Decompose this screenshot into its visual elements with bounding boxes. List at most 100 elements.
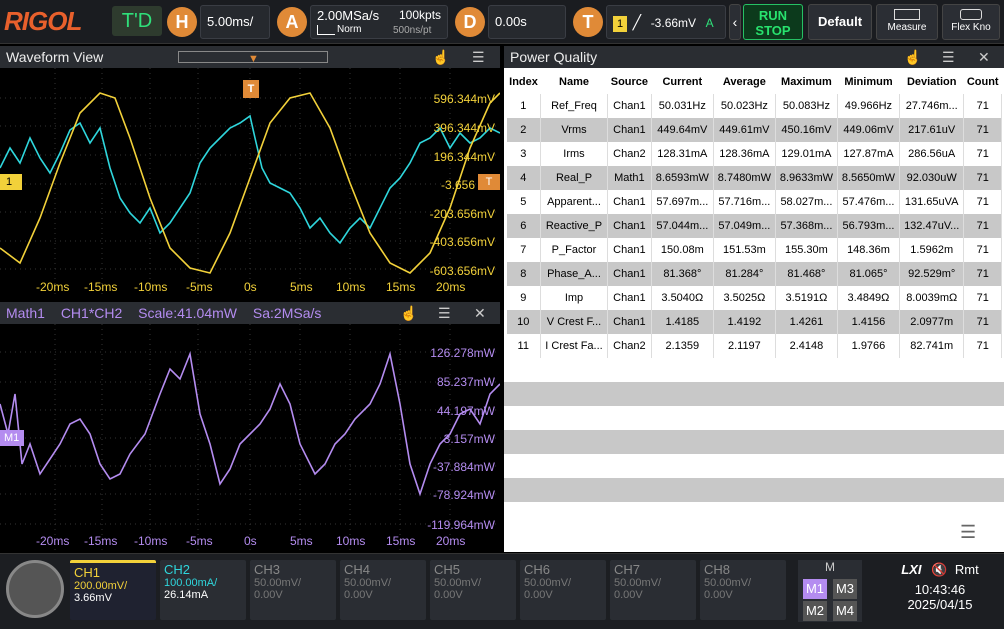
table-row[interactable]: 2 Vrms Chan1 449.64mV 449.61mV 450.16mV 449.06… [506, 117, 1002, 142]
column-header[interactable]: Index [505, 70, 542, 94]
math-ytick: 126.278mW [430, 346, 495, 360]
close-icon[interactable]: ✕ [978, 46, 990, 68]
timebase-field[interactable]: 5.00ms/ [200, 5, 270, 39]
speaker-mute-icon[interactable]: 🔇 [931, 562, 947, 577]
delay-field[interactable]: 0.00s [488, 5, 566, 39]
time-xtick: 5ms [290, 534, 313, 548]
ch1-ytick: -3.656 [440, 178, 475, 192]
horizontal-icon[interactable]: H [167, 7, 197, 37]
clock-time: 10:43:46 [914, 582, 966, 597]
table-row[interactable]: 11 I Crest Fa... Chan2 2.1359 2.1197 2.4148 1.… [506, 333, 1002, 358]
channel-ch8-button[interactable]: CH8 50.00mV/0.00V [700, 560, 786, 620]
table-row[interactable]: 9 Imp Chan1 3.5040Ω 3.5025Ω 3.5191Ω 3.4849Ω 8.0… [506, 285, 1002, 310]
table-cell: 71 [963, 141, 1002, 166]
table-cell: 58.027m... [775, 189, 838, 214]
table-cell: 1.4261 [775, 309, 838, 334]
acquire-icon[interactable]: A [277, 7, 307, 37]
math-offset-marker[interactable]: M1 [0, 430, 24, 446]
table-cell: 450.16mV [775, 117, 838, 142]
table-cell: 92.529m° [899, 261, 965, 286]
column-header[interactable]: Count [963, 70, 1002, 94]
table-cell: 127.87mA [837, 141, 901, 166]
table-row[interactable]: 1 Ref_Freq Chan1 50.031Hz 50.023Hz 50.083Hz 49… [506, 93, 1002, 118]
time-xtick: -5ms [186, 534, 213, 548]
table-cell: 131.65uVA [899, 189, 965, 214]
menu-icon[interactable]: ☰ [472, 46, 485, 68]
home-gear-icon[interactable] [6, 560, 64, 618]
run-stop-button[interactable]: RUN STOP [743, 4, 803, 40]
trigger-field[interactable]: 1 ╱ -3.66mV A [606, 5, 726, 39]
channel-scale: 50.00mV/ [344, 577, 392, 589]
m2-button[interactable]: M2 [803, 601, 827, 621]
channel-scale: 50.00mV/ [434, 577, 482, 589]
column-header[interactable]: Maximum [774, 70, 838, 94]
column-header[interactable]: Deviation [898, 70, 965, 94]
trigger-level: -3.66mV [650, 16, 697, 30]
touch-icon[interactable]: ☝ [904, 46, 921, 68]
measure-button[interactable]: Measure [876, 4, 938, 40]
default-button[interactable]: Default [808, 4, 872, 40]
channel-ch2-button[interactable]: CH2 100.00mA/26.14mA [160, 560, 246, 620]
trigger-level-marker[interactable]: T [478, 174, 500, 190]
channel-ch6-button[interactable]: CH6 50.00mV/0.00V [520, 560, 606, 620]
table-row[interactable]: 8 Phase_A... Chan1 81.368° 81.284° 81.468° 81.… [506, 261, 1002, 286]
acquire-field[interactable]: 2.00MSa/s Norm 100kpts 500ns/pt [310, 5, 448, 39]
knob-icon [960, 9, 982, 20]
table-row[interactable]: 5 Apparent... Chan1 57.697m... 57.716m... 58.… [506, 189, 1002, 214]
chevron-left-icon[interactable]: ‹ [729, 4, 741, 40]
math-name: Math1 [6, 305, 45, 321]
column-header[interactable]: Name [540, 70, 608, 94]
table-cell: 50.083Hz [775, 93, 838, 118]
table-cell: 56.793m... [837, 213, 901, 238]
m3-button[interactable]: M3 [833, 579, 857, 599]
time-xtick: 20ms [436, 280, 466, 294]
table-row[interactable]: 4 Real_P Math1 8.6593mW 8.7480mW 8.9633mW 8.56… [506, 165, 1002, 190]
column-header[interactable]: Source [606, 70, 652, 94]
column-header[interactable]: Average [712, 70, 776, 94]
channel-ch5-button[interactable]: CH5 50.00mV/0.00V [430, 560, 516, 620]
channel-ch3-button[interactable]: CH3 50.00mV/0.00V [250, 560, 336, 620]
table-cell: 8.7480mW [713, 165, 776, 190]
math-ytick: -78.924mW [432, 488, 495, 502]
time-xtick: -10ms [134, 534, 168, 548]
table-header: Index Name Source Current Average Maximum Mini… [505, 70, 1002, 94]
channel-ch7-button[interactable]: CH7 50.00mV/0.00V [610, 560, 696, 620]
delay-icon[interactable]: D [455, 7, 485, 37]
table-cell: 81.468° [775, 261, 838, 286]
m4-button[interactable]: M4 [833, 601, 857, 621]
power-quality-panel: Power Quality ☝ ☰ ✕ Index Name Source Curre… [504, 46, 1004, 552]
table-row[interactable]: 7 P_Factor Chan1 150.08m 151.53m 155.30m 148.3… [506, 237, 1002, 262]
ch1-offset-marker[interactable]: 1 [0, 174, 22, 190]
waveform-area[interactable]: T 1 T 596.344mV 396.344mV 196.344mV -3.6… [0, 68, 500, 298]
menu-icon[interactable]: ☰ [438, 302, 451, 324]
table-cell: 50.023Hz [713, 93, 776, 118]
flex-knob-button[interactable]: Flex Kno [942, 4, 1000, 40]
table-cell: Imp [540, 285, 608, 310]
channel-ch4-button[interactable]: CH4 50.00mV/0.00V [340, 560, 426, 620]
table-cell: 217.61uV [899, 117, 965, 142]
trigger-mode: A [705, 16, 714, 30]
m1-button[interactable]: M1 [803, 579, 827, 599]
table-row[interactable]: 10 V Crest F... Chan1 1.4185 1.4192 1.4261 1.4… [506, 309, 1002, 334]
table-cell: 148.36m [837, 237, 901, 262]
menu-icon[interactable]: ☰ [942, 46, 955, 68]
trigger-icon[interactable]: T [573, 7, 603, 37]
table-cell: 8.0039mΩ [899, 285, 965, 310]
channel-ch1-button[interactable]: CH1 200.00mV/3.66mV [70, 560, 156, 620]
column-header[interactable]: Minimum [836, 70, 901, 94]
math-waveform-area[interactable]: M1 126.278mW 85.237mW 44.197mW 3.157mW -… [0, 324, 500, 552]
touch-icon[interactable]: ☝ [400, 302, 417, 324]
close-icon[interactable]: ✕ [474, 302, 486, 324]
table-cell: 449.06mV [837, 117, 901, 142]
time-xtick: -10ms [134, 280, 168, 294]
table-row[interactable]: 6 Reactive_P Chan1 57.044m... 57.049m... 57.3… [506, 213, 1002, 238]
table-row[interactable]: 3 Irms Chan2 128.31mA 128.36mA 129.01mA 127.87… [506, 141, 1002, 166]
touch-icon[interactable]: ☝ [432, 46, 449, 68]
ch1-ytick: -403.656mV [429, 235, 495, 249]
column-header[interactable]: Current [650, 70, 714, 94]
trigger-status-button[interactable]: T'D [112, 6, 162, 36]
list-icon[interactable]: ☰ [960, 522, 976, 543]
math-ytick: 44.197mW [436, 404, 495, 418]
trigger-position-marker[interactable]: T [243, 80, 259, 98]
table-cell: Apparent... [540, 189, 608, 214]
